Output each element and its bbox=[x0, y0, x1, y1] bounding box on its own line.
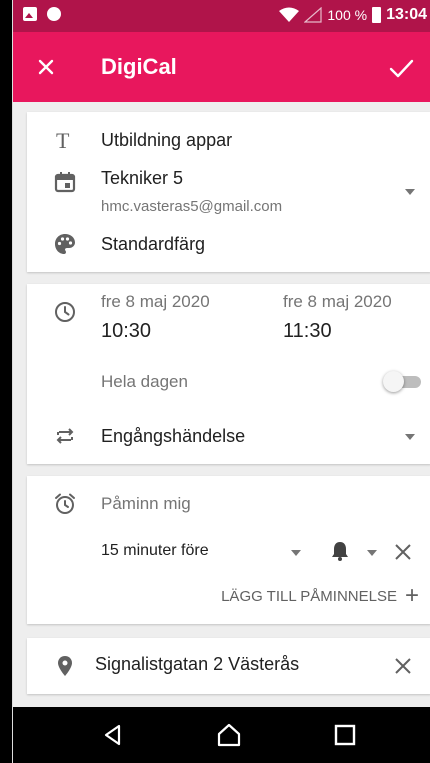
wifi-icon bbox=[279, 7, 300, 22]
time-card: fre 8 maj 2020 10:30 fre 8 maj 2020 11:3… bbox=[27, 284, 430, 464]
home-icon[interactable] bbox=[215, 721, 243, 749]
calendar-account: hmc.vasteras5@gmail.com bbox=[101, 198, 283, 215]
clock-icon bbox=[53, 300, 77, 324]
repeat-dropdown-icon[interactable] bbox=[405, 434, 415, 440]
bell-icon[interactable] bbox=[329, 540, 351, 562]
event-title-field[interactable]: Utbildning appar bbox=[101, 130, 232, 151]
reminder-type-dropdown-icon[interactable] bbox=[367, 550, 377, 556]
reminders-card: Påminn mig 15 minuter före LÄGG TILL PÅM… bbox=[27, 476, 430, 624]
location-pin-icon bbox=[53, 654, 77, 678]
text-title-icon: T bbox=[53, 128, 77, 153]
app-toolbar: DigiCal bbox=[13, 32, 430, 102]
calendar-dropdown-icon[interactable] bbox=[405, 189, 415, 195]
navigation-bar bbox=[13, 707, 430, 763]
battery-icon bbox=[372, 7, 382, 23]
start-time[interactable]: 10:30 bbox=[101, 320, 151, 343]
status-bar: 100 % 13:04 bbox=[13, 0, 430, 32]
location-card: Signalistgatan 2 Västerås bbox=[27, 638, 430, 694]
clear-location-icon[interactable] bbox=[393, 656, 413, 676]
color-label: Standardfärg bbox=[101, 234, 206, 254]
all-day-toggle[interactable] bbox=[383, 371, 423, 392]
calendar-row[interactable]: Tekniker 5 hmc.vasteras5@gmail.com bbox=[27, 164, 430, 224]
reminder-time-dropdown-icon[interactable] bbox=[291, 550, 301, 556]
repeat-label[interactable]: Engångshändelse bbox=[101, 426, 245, 447]
add-reminder-button[interactable]: LÄGG TILL PÅMINNELSE + bbox=[27, 582, 430, 612]
reminder-time-select[interactable]: 15 minuter före bbox=[101, 542, 209, 560]
start-date[interactable]: fre 8 maj 2020 bbox=[101, 292, 210, 312]
location-field[interactable]: Signalistgatan 2 Västerås bbox=[95, 654, 299, 675]
all-day-label: Hela dagen bbox=[101, 372, 188, 391]
details-card: T Utbildning appar Tekniker 5 hmc.vaster… bbox=[27, 112, 430, 272]
remove-reminder-icon[interactable] bbox=[393, 542, 413, 562]
add-reminder-label: LÄGG TILL PÅMINNELSE bbox=[221, 588, 397, 605]
phone-screen: 100 % 13:04 DigiCal T Utbildning appar T… bbox=[12, 0, 430, 763]
reminder-item: 15 minuter före bbox=[27, 534, 430, 570]
recents-icon[interactable] bbox=[331, 721, 359, 749]
title-row[interactable]: T Utbildning appar bbox=[27, 126, 430, 160]
calendar-icon bbox=[53, 170, 77, 194]
calendar-name: Tekniker 5 bbox=[101, 168, 184, 188]
palette-icon bbox=[53, 232, 77, 256]
battery-percent: 100 % bbox=[327, 7, 368, 23]
alarm-icon bbox=[53, 492, 77, 516]
notification-icon bbox=[47, 7, 61, 21]
reminder-header: Påminn mig bbox=[101, 494, 191, 513]
repeat-icon bbox=[53, 424, 77, 448]
svg-text:T: T bbox=[56, 128, 70, 152]
end-date[interactable]: fre 8 maj 2020 bbox=[283, 292, 392, 312]
color-row[interactable]: Standardfärg bbox=[27, 230, 430, 264]
add-icon: + bbox=[404, 582, 419, 609]
app-title: DigiCal bbox=[101, 54, 177, 79]
signal-icon bbox=[304, 7, 322, 23]
back-icon[interactable] bbox=[99, 721, 127, 749]
check-icon[interactable] bbox=[387, 54, 415, 82]
end-time[interactable]: 11:30 bbox=[283, 320, 332, 343]
image-icon bbox=[23, 7, 37, 21]
close-icon[interactable] bbox=[31, 52, 61, 82]
status-time: 13:04 bbox=[386, 6, 427, 23]
